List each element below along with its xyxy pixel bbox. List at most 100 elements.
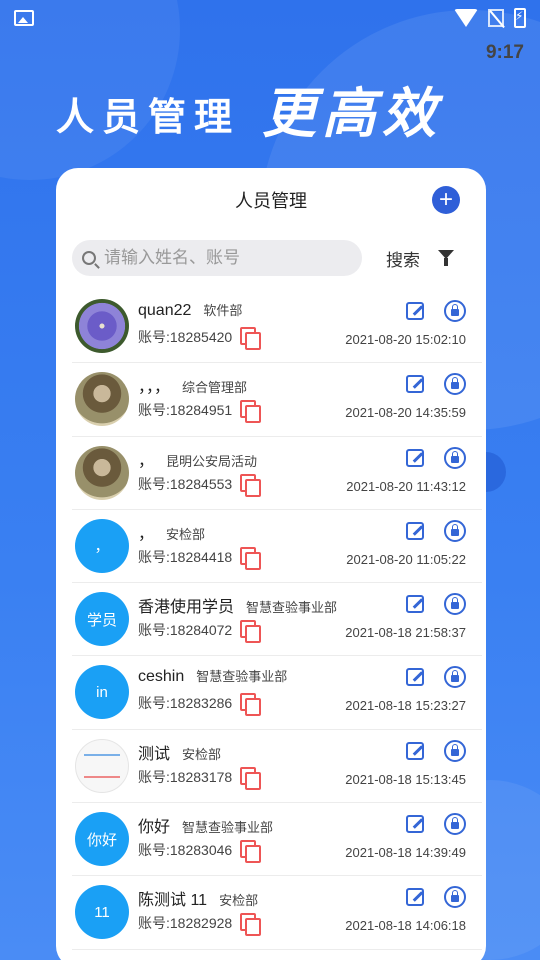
edit-icon[interactable]	[406, 595, 424, 614]
person-department: 昆明公安局活动	[166, 453, 258, 469]
lock-icon[interactable]	[444, 446, 466, 469]
personnel-card: 人员管理 + 搜索 quan22 软件部 账号:18285420 2021-08…	[56, 168, 486, 960]
edit-icon[interactable]	[406, 375, 424, 394]
name-line: 你好 智慧查验事业部	[138, 813, 273, 837]
edit-icon[interactable]	[406, 448, 424, 467]
person-account: 账号:18283178	[138, 768, 233, 785]
person-department: 智慧查验事业部	[246, 600, 338, 616]
search-button[interactable]: 搜索	[386, 246, 420, 271]
search-input[interactable]	[104, 248, 344, 268]
copy-icon[interactable]	[240, 840, 262, 864]
person-timestamp: 2021-08-18 15:23:27	[345, 698, 466, 714]
avatar-text: 11	[94, 903, 110, 921]
lock-icon[interactable]	[444, 519, 466, 542]
copy-icon[interactable]	[240, 546, 262, 570]
people-list: quan22 软件部 账号:18285420 2021-08-20 15:02:…	[56, 290, 486, 950]
person-department: 智慧查验事业部	[196, 669, 288, 685]
lock-icon[interactable]	[444, 373, 466, 396]
person-account: 账号:18283286	[138, 695, 233, 712]
list-item[interactable]: 学员 香港使用学员 智慧查验事业部 账号:18284072 2021-08-18…	[72, 583, 482, 657]
lock-icon[interactable]	[444, 813, 466, 836]
battery-charging-icon	[514, 8, 526, 28]
list-item[interactable]: ，，， 综合管理部 账号:18284951 2021-08-20 14:35:5…	[72, 363, 482, 437]
avatar-text: in	[96, 683, 108, 701]
add-person-button[interactable]: +	[432, 186, 460, 214]
name-line: ， 安检部	[138, 520, 205, 544]
list-item[interactable]: 11 陈测试 11 安检部 账号:18282928 2021-08-18 14:…	[72, 876, 482, 950]
person-timestamp: 2021-08-18 14:06:18	[345, 918, 466, 934]
person-name: ceshin	[138, 668, 185, 686]
account-line: 账号:18283178	[138, 766, 262, 790]
account-line: 账号:18283286	[138, 693, 262, 717]
edit-icon[interactable]	[406, 888, 424, 907]
lock-icon[interactable]	[444, 666, 466, 689]
avatar	[75, 738, 129, 793]
person-account: 账号:18282928	[138, 915, 233, 932]
edit-icon[interactable]	[406, 668, 424, 687]
avatar	[75, 445, 129, 500]
person-account: 账号:18284072	[138, 622, 233, 639]
copy-icon[interactable]	[240, 913, 262, 937]
lock-icon[interactable]	[444, 593, 466, 616]
account-line: 账号:18284951	[138, 400, 262, 424]
person-name: ，，，	[138, 379, 171, 397]
copy-icon[interactable]	[240, 693, 262, 717]
avatar-text: 学员	[86, 611, 117, 629]
avatar: 你好	[75, 812, 129, 867]
person-account: 账号:18284951	[138, 402, 233, 419]
person-timestamp: 2021-08-20 14:35:59	[345, 405, 466, 421]
status-bar: 9:17	[0, 0, 540, 63]
lock-icon[interactable]	[444, 886, 466, 909]
hero-title-right: 更高效	[262, 84, 443, 144]
copy-icon[interactable]	[240, 620, 262, 644]
account-line: 账号:18285420	[138, 327, 262, 350]
lock-icon[interactable]	[444, 300, 466, 322]
name-line: 陈测试 11 安检部	[138, 886, 258, 910]
filter-icon[interactable]	[438, 250, 454, 266]
list-item[interactable]: 你好 你好 智慧查验事业部 账号:18283046 2021-08-18 14:…	[72, 803, 482, 877]
list-item[interactable]: 测试 安检部 账号:18283178 2021-08-18 15:13:45	[72, 730, 482, 804]
person-timestamp: 2021-08-20 11:05:22	[346, 551, 466, 567]
avatar-text: 你好	[86, 831, 117, 849]
edit-icon[interactable]	[406, 815, 424, 834]
card-header: 人员管理 +	[56, 168, 486, 232]
document-thumbnail	[84, 753, 120, 778]
person-department: 安检部	[219, 893, 259, 909]
avatar	[75, 299, 129, 353]
list-item[interactable]: ， 昆明公安局活动 账号:18284553 2021-08-20 11:43:1…	[72, 437, 482, 510]
edit-icon[interactable]	[406, 741, 424, 760]
person-account: 账号:18283046	[138, 842, 233, 859]
name-line: 香港使用学员 智慧查验事业部	[138, 593, 337, 617]
person-department: 软件部	[203, 303, 243, 318]
person-timestamp: 2021-08-20 11:43:12	[346, 478, 466, 494]
copy-icon[interactable]	[240, 473, 262, 497]
person-name: quan22	[138, 302, 192, 319]
copy-icon[interactable]	[240, 400, 262, 424]
person-timestamp: 2021-08-18 15:13:45	[345, 771, 466, 787]
person-timestamp: 2021-08-18 14:39:49	[345, 845, 466, 861]
name-line: quan22 软件部	[138, 300, 242, 320]
copy-icon[interactable]	[240, 766, 262, 790]
list-item[interactable]: quan22 软件部 账号:18285420 2021-08-20 15:02:…	[72, 290, 482, 364]
account-line: 账号:18284553	[138, 473, 262, 497]
image-notification-icon	[14, 10, 34, 26]
search-box[interactable]	[72, 240, 362, 276]
person-account: 账号:18285420	[138, 329, 233, 345]
person-department: 智慧查验事业部	[182, 820, 274, 836]
name-line: ，，， 综合管理部	[138, 373, 247, 397]
lock-icon[interactable]	[444, 739, 466, 762]
page-title: 人员管理	[235, 191, 307, 211]
hero-banner: 人员管理 更高效	[56, 86, 496, 141]
list-item[interactable]: ， ， 安检部 账号:18284418 2021-08-20 11:05:22	[72, 510, 482, 584]
avatar: in	[75, 665, 129, 720]
copy-icon[interactable]	[240, 327, 262, 350]
account-line: 账号:18284072	[138, 620, 262, 644]
list-item[interactable]: in ceshin 智慧查验事业部 账号:18283286 2021-08-18…	[72, 656, 482, 730]
status-time: 9:17	[485, 42, 524, 63]
edit-icon[interactable]	[406, 302, 424, 320]
status-icons: 9:17	[454, 8, 526, 63]
person-name: ，	[138, 525, 155, 543]
account-line: 账号:18282928	[138, 913, 262, 937]
avatar	[75, 372, 129, 427]
edit-icon[interactable]	[406, 521, 424, 540]
